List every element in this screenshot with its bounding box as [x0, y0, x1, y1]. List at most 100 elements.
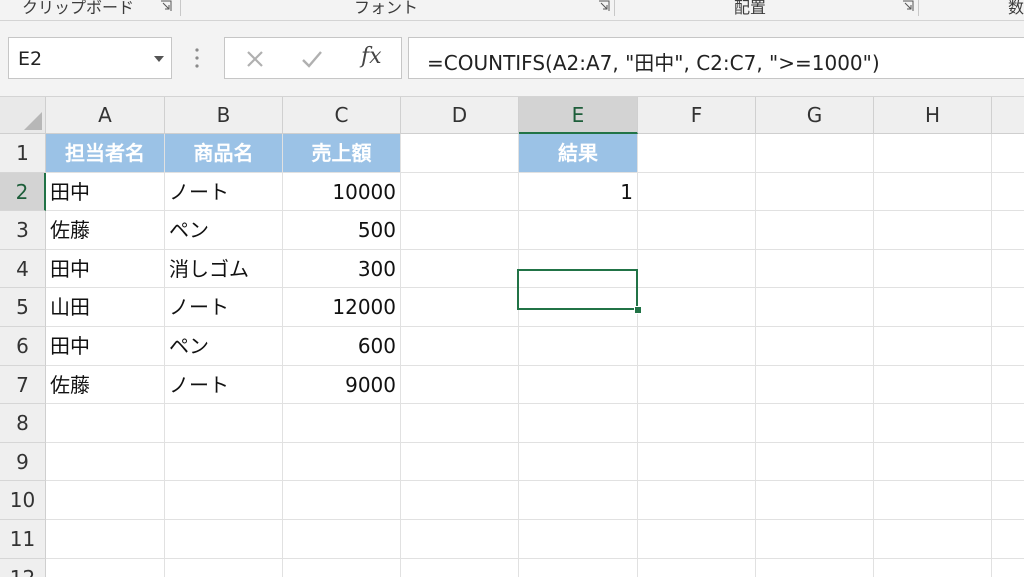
cell-b9[interactable] — [165, 442, 283, 482]
cell-h7[interactable] — [874, 365, 992, 405]
select-all-button[interactable] — [0, 97, 46, 134]
cell-d10[interactable] — [401, 481, 519, 520]
cell-b10[interactable] — [165, 481, 283, 520]
cell-f6[interactable] — [638, 327, 756, 366]
cell-b5[interactable]: ノート — [165, 288, 283, 327]
cell-i11[interactable] — [992, 520, 1024, 559]
cell-h6[interactable] — [874, 327, 992, 366]
cell-i8[interactable] — [992, 404, 1024, 443]
cell-i4[interactable] — [992, 250, 1024, 289]
cell-b2[interactable]: ノート — [165, 172, 283, 212]
cell-e6[interactable] — [519, 327, 638, 366]
cell-i3[interactable] — [992, 211, 1024, 250]
row-header-12[interactable]: 12 — [0, 558, 46, 577]
cell-b11[interactable] — [165, 520, 283, 559]
cell-i9[interactable] — [992, 443, 1024, 482]
row-header-1[interactable]: 1 — [0, 134, 46, 173]
cell-d6[interactable] — [401, 327, 519, 366]
cell-e3[interactable] — [519, 211, 638, 250]
insert-function-button[interactable]: fx — [361, 44, 382, 69]
cell-a9[interactable] — [46, 442, 165, 482]
cell-g5[interactable] — [756, 288, 874, 327]
cell-h11[interactable] — [874, 520, 992, 559]
cell-d11[interactable] — [401, 520, 519, 559]
cell-f12[interactable] — [638, 558, 756, 577]
cell-a11[interactable] — [46, 520, 165, 559]
cell-h9[interactable] — [874, 442, 992, 482]
row-header-5[interactable]: 5 — [0, 288, 46, 327]
name-box[interactable]: E2 — [8, 37, 172, 79]
font-dialog-launcher-icon[interactable] — [598, 0, 610, 12]
cell-a10[interactable] — [46, 481, 165, 520]
column-header-partial[interactable] — [992, 97, 1024, 134]
enter-check-icon[interactable] — [301, 49, 323, 69]
cell-a4[interactable]: 田中 — [46, 249, 165, 289]
cell-a1[interactable]: 担当者名 — [46, 134, 165, 173]
column-header-b[interactable]: B — [165, 97, 283, 134]
cell-f7[interactable] — [638, 365, 756, 405]
column-header-d[interactable]: D — [401, 97, 519, 134]
cell-g6[interactable] — [756, 327, 874, 366]
clipboard-dialog-launcher-icon[interactable] — [160, 0, 172, 12]
cell-h3[interactable] — [874, 211, 992, 250]
cell-d1[interactable] — [401, 134, 519, 173]
cell-c11[interactable] — [283, 520, 401, 559]
cell-c8[interactable] — [283, 404, 401, 443]
row-header-2[interactable]: 2 — [0, 172, 46, 212]
row-header-6[interactable]: 6 — [0, 327, 46, 366]
cell-f5[interactable] — [638, 288, 756, 327]
cell-c2[interactable]: 10000 — [283, 172, 401, 212]
alignment-dialog-launcher-icon[interactable] — [902, 0, 914, 12]
cell-d8[interactable] — [401, 404, 519, 443]
row-header-11[interactable]: 11 — [0, 520, 46, 559]
cell-e7[interactable] — [519, 365, 638, 405]
cell-g7[interactable] — [756, 365, 874, 405]
cell-g12[interactable] — [756, 558, 874, 577]
row-header-7[interactable]: 7 — [0, 365, 46, 405]
cell-e8[interactable] — [519, 404, 638, 443]
cell-c12[interactable] — [283, 558, 401, 577]
cell-b6[interactable]: ペン — [165, 327, 283, 366]
cell-d5[interactable] — [401, 288, 519, 327]
cell-g9[interactable] — [756, 442, 874, 482]
cell-i6[interactable] — [992, 327, 1024, 366]
cell-c9[interactable] — [283, 442, 401, 482]
cell-d3[interactable] — [401, 211, 519, 250]
cell-a6[interactable]: 田中 — [46, 327, 165, 366]
cell-e10[interactable] — [519, 481, 638, 520]
cell-c5[interactable]: 12000 — [283, 288, 401, 327]
cell-c1[interactable]: 売上額 — [283, 134, 401, 173]
cell-c6[interactable]: 600 — [283, 327, 401, 366]
cell-b4[interactable]: 消しゴム — [165, 249, 283, 289]
cell-f2[interactable] — [638, 172, 756, 212]
cell-b3[interactable]: ペン — [165, 211, 283, 250]
column-header-f[interactable]: F — [638, 97, 756, 134]
cell-g8[interactable] — [756, 404, 874, 443]
cell-a12[interactable] — [46, 558, 165, 577]
cell-g11[interactable] — [756, 520, 874, 559]
row-header-8[interactable]: 8 — [0, 404, 46, 443]
cell-g1[interactable] — [756, 134, 874, 173]
cell-a3[interactable]: 佐藤 — [46, 211, 165, 250]
cell-g4[interactable] — [756, 249, 874, 289]
cell-i10[interactable] — [992, 481, 1024, 520]
cell-g10[interactable] — [756, 481, 874, 520]
cell-a7[interactable]: 佐藤 — [46, 365, 165, 405]
cell-e1[interactable]: 結果 — [519, 134, 638, 173]
cell-a5[interactable]: 山田 — [46, 288, 165, 327]
cell-c3[interactable]: 500 — [283, 211, 401, 250]
cell-f3[interactable] — [638, 211, 756, 250]
column-header-c[interactable]: C — [283, 97, 401, 134]
column-header-h[interactable]: H — [874, 97, 992, 134]
cell-i2[interactable] — [992, 173, 1024, 212]
cell-d2[interactable] — [401, 172, 519, 212]
cell-e4[interactable] — [519, 249, 638, 289]
cell-b1[interactable]: 商品名 — [165, 134, 283, 173]
cell-e11[interactable] — [519, 520, 638, 559]
cell-f4[interactable] — [638, 249, 756, 289]
row-header-10[interactable]: 10 — [0, 481, 46, 520]
cell-c7[interactable]: 9000 — [283, 365, 401, 405]
cell-i5[interactable] — [992, 288, 1024, 327]
cell-g2[interactable] — [756, 172, 874, 212]
cell-b7[interactable]: ノート — [165, 365, 283, 405]
